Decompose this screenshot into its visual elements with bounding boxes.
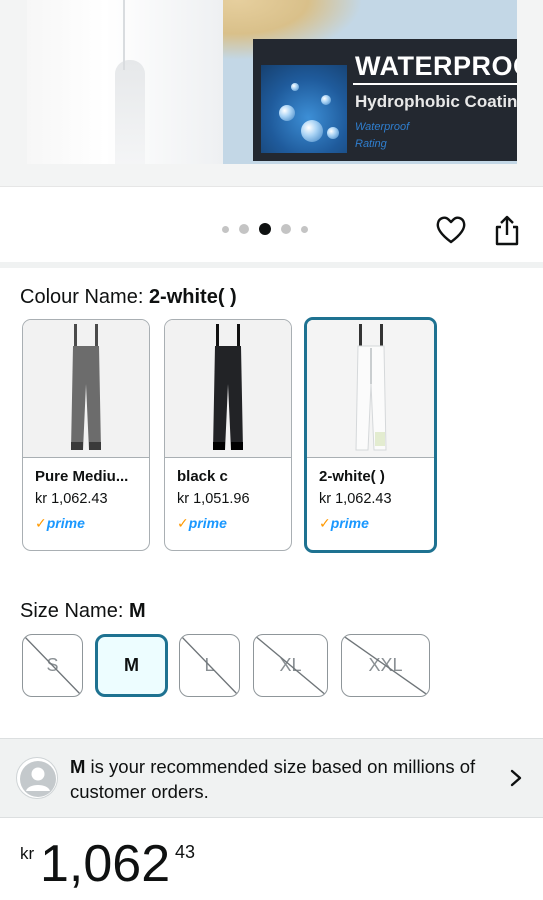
water-droplet-image bbox=[261, 65, 347, 153]
white-bib-pants-image bbox=[354, 324, 387, 451]
badge-small-text: Waterproof bbox=[355, 121, 410, 133]
share-icon bbox=[495, 215, 519, 246]
carousel-dot[interactable] bbox=[281, 224, 291, 234]
product-image: WATERPROOF Hydrophobic Coating Waterproo… bbox=[27, 0, 517, 164]
swatch-image bbox=[165, 320, 291, 458]
prime-check-icon: ✓ bbox=[319, 515, 331, 531]
wishlist-button[interactable] bbox=[434, 213, 468, 247]
badge-small-text: Rating bbox=[355, 138, 387, 150]
carousel-controls bbox=[0, 186, 543, 264]
prime-badge: ✓prime bbox=[319, 515, 369, 531]
grey-bib-pants-image bbox=[71, 324, 101, 450]
selected-colour: 2-white( ) bbox=[148, 286, 237, 308]
section-divider bbox=[0, 262, 543, 268]
prime-check-icon: ✓ bbox=[35, 515, 47, 531]
colour-option-pure-medium[interactable]: Pure Mediu... kr 1,062.43 ✓prime bbox=[22, 319, 150, 551]
size-name-label: Size Name: M bbox=[20, 600, 146, 622]
heart-icon bbox=[436, 216, 466, 244]
carousel-dot[interactable] bbox=[222, 225, 229, 233]
colour-option-white[interactable]: 2-white( ) kr 1,062.43 ✓prime bbox=[304, 317, 437, 553]
black-bib-pants-image bbox=[213, 324, 243, 450]
swatch-image bbox=[307, 320, 434, 458]
colour-name-label: Colour Name: 2-white( ) bbox=[20, 286, 237, 308]
prime-badge: ✓prime bbox=[177, 515, 227, 531]
carousel-dot-active[interactable] bbox=[259, 223, 271, 235]
swatch-name: black c bbox=[177, 468, 228, 485]
size-recommendation-banner[interactable]: M is your recommended size based on mill… bbox=[0, 738, 543, 818]
swatch-image bbox=[23, 320, 149, 458]
share-button[interactable] bbox=[490, 213, 524, 249]
white-pants-image bbox=[27, 0, 223, 164]
carousel-dot[interactable] bbox=[239, 224, 249, 234]
waterproof-badge: WATERPROOF Hydrophobic Coating Waterproo… bbox=[253, 39, 517, 161]
selected-size: M bbox=[128, 600, 146, 622]
carousel-dot[interactable] bbox=[301, 225, 308, 233]
unavailable-strike-icon bbox=[180, 635, 239, 696]
unavailable-strike-icon bbox=[342, 635, 429, 696]
swatch-price: kr 1,051.96 bbox=[177, 491, 250, 507]
size-option-xxl[interactable]: XXL bbox=[341, 634, 430, 697]
swatch-name: Pure Mediu... bbox=[35, 468, 129, 485]
size-option-m[interactable]: M bbox=[95, 634, 168, 697]
size-option-l[interactable]: L bbox=[179, 634, 240, 697]
price-currency: kr bbox=[20, 844, 35, 863]
avatar-icon bbox=[16, 757, 58, 799]
carousel-dots[interactable] bbox=[222, 223, 308, 235]
swatch-name: 2-white( ) bbox=[319, 468, 385, 485]
swatch-price: kr 1,062.43 bbox=[319, 491, 392, 507]
badge-title: WATERPROOF bbox=[355, 51, 517, 81]
size-option-xl[interactable]: XL bbox=[253, 634, 328, 697]
recommendation-text: M is your recommended size based on mill… bbox=[70, 756, 476, 802]
swatch-price: kr 1,062.43 bbox=[35, 491, 108, 507]
price-fraction: 43 bbox=[175, 842, 196, 862]
chevron-right-icon bbox=[510, 769, 522, 787]
badge-subtitle: Hydrophobic Coating bbox=[355, 92, 517, 111]
product-image-carousel[interactable]: WATERPROOF Hydrophobic Coating Waterproo… bbox=[0, 0, 543, 186]
prime-check-icon: ✓ bbox=[177, 515, 189, 531]
size-option-s[interactable]: S bbox=[22, 634, 83, 697]
unavailable-strike-icon bbox=[254, 635, 327, 696]
colour-option-black[interactable]: black c kr 1,051.96 ✓prime bbox=[164, 319, 292, 551]
unavailable-strike-icon bbox=[23, 635, 82, 696]
prime-badge: ✓prime bbox=[35, 515, 85, 531]
price-whole: 1,062 bbox=[40, 835, 171, 893]
